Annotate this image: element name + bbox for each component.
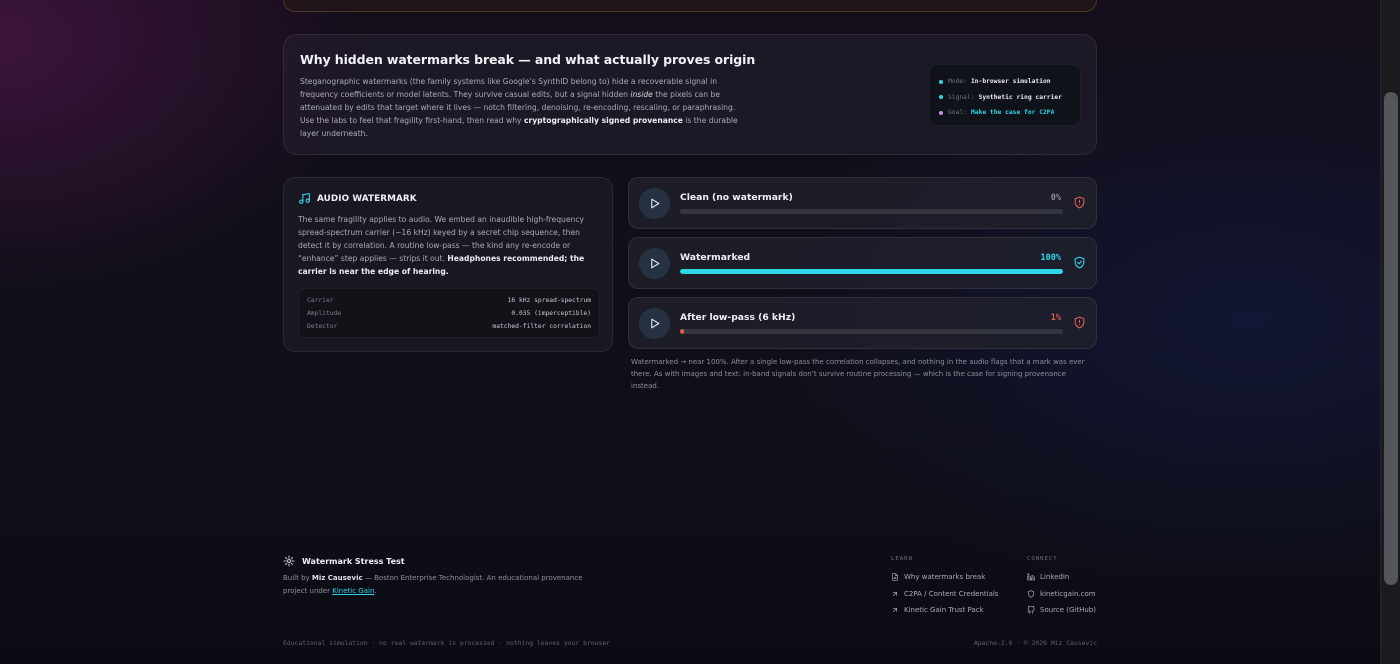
intro-card: Why hidden watermarks break — and what a… [283, 34, 1097, 155]
detection-bar-fill [680, 329, 684, 334]
music-note-icon [299, 193, 310, 204]
audio-description: The same fragility applies to audio. We … [298, 215, 585, 276]
detection-percent: 100% [1040, 253, 1061, 263]
page-scrollbar[interactable] [1380, 0, 1400, 664]
play-icon [651, 198, 660, 209]
arrow-up-right-icon [893, 591, 897, 596]
track-low-pass: After low-pass (6 kHz) 1% [628, 297, 1097, 349]
footer-link-linkedin[interactable]: LinkedIn [1027, 569, 1096, 586]
track-label: Clean (no watermark) [680, 192, 793, 203]
footer-link-trust-pack[interactable]: Kinetic Gain Trust Pack [891, 602, 998, 619]
play-icon [651, 258, 660, 269]
document-icon [892, 573, 898, 581]
detection-bar-fill [680, 269, 1063, 274]
meta-goal: Goal: Make the case for C2PA [939, 105, 1071, 121]
footer-connect-column: CONNECT LinkedIn kineticgain.com Source … [1027, 556, 1096, 619]
spec-row-detector: Detector matched-filter correlation [307, 323, 591, 330]
spec-row-amplitude: Amplitude 0.035 (imperceptible) [307, 310, 591, 317]
audio-header: AUDIO WATERMARK [298, 192, 417, 205]
footer-disclaimer: Educational simulation · no real waterma… [283, 639, 611, 647]
footer-brand-name: Watermark Stress Test [302, 556, 405, 566]
audio-watermark-card: AUDIO WATERMARK The same fragility appli… [283, 177, 613, 352]
shield-check-icon [1074, 256, 1085, 269]
detection-bar [680, 329, 1063, 334]
track-label: After low-pass (6 kHz) [680, 312, 796, 323]
footer-learn-heading: LEARN [891, 556, 913, 562]
status-dot-icon [939, 95, 943, 100]
play-button-low-pass[interactable] [639, 308, 670, 339]
scrollbar-thumb[interactable] [1384, 92, 1398, 585]
audio-result-note: Watermarked → near 100%. After a single … [631, 358, 1085, 390]
kinetic-gain-link[interactable]: Kinetic Gain [332, 587, 374, 595]
footer-link-kineticgain[interactable]: kineticgain.com [1027, 586, 1096, 603]
footer-learn-column: LEARN Why watermarks break C2PA / Conten… [891, 556, 998, 619]
intro-title: Why hidden watermarks break — and what a… [300, 52, 756, 67]
shield-alert-icon [1074, 316, 1085, 329]
brand-logo-icon [283, 555, 295, 567]
track-clean: Clean (no watermark) 0% [628, 177, 1097, 229]
track-label: Watermarked [680, 252, 751, 263]
footer-link-c2pa[interactable]: C2PA / Content Credentials [891, 586, 998, 603]
status-dot-icon [939, 110, 943, 115]
footer-description: Built by Miz Causevic — Boston Enterpris… [283, 574, 583, 595]
play-button-watermarked[interactable] [639, 248, 670, 279]
detection-percent: 1% [1050, 313, 1061, 323]
footer-license: Apache-2.0 · © 2026 Miz Causevic [973, 639, 1097, 647]
github-icon [1027, 606, 1035, 614]
spec-row-carrier: Carrier 16 kHz spread-spectrum [307, 297, 591, 304]
status-dot-icon [939, 79, 943, 84]
track-watermarked: Watermarked 100% [628, 237, 1097, 289]
arrow-up-right-icon [893, 608, 897, 613]
simulation-meta-panel: Mode: In-browser simulation Signal: Synt… [929, 64, 1081, 126]
detection-bar [680, 269, 1063, 274]
intro-paragraph: Steganographic watermarks (the family sy… [300, 77, 738, 138]
audio-spec-table: Carrier 16 kHz spread-spectrum Amplitude 0… [298, 288, 600, 338]
detection-percent: 0% [1050, 193, 1061, 203]
play-icon [651, 318, 660, 329]
shield-alert-icon [1074, 196, 1085, 209]
linkedin-icon [1027, 573, 1035, 581]
shield-icon [1028, 590, 1034, 598]
meta-signal: Signal: Synthetic ring carrier [939, 90, 1071, 106]
detection-bar [680, 209, 1063, 214]
footer-brand: Watermark Stress Test [283, 555, 405, 567]
meta-mode: Mode: In-browser simulation [939, 74, 1071, 90]
footer-link-why-watermarks-break[interactable]: Why watermarks break [891, 569, 998, 586]
play-button-clean[interactable] [639, 188, 670, 219]
footer-connect-heading: CONNECT [1027, 556, 1058, 562]
footer-link-github[interactable]: Source (GitHub) [1027, 602, 1096, 619]
previous-section-card [283, 0, 1097, 12]
audio-title: AUDIO WATERMARK [317, 193, 417, 204]
